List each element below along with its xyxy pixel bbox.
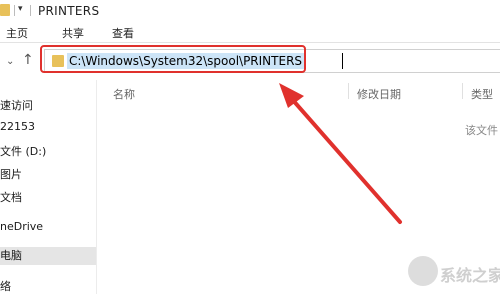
tab-view[interactable]: 查看 xyxy=(112,25,134,41)
annotation-arrow-head xyxy=(279,83,304,108)
quick-access-toolbar-dropdown[interactable]: ▾ xyxy=(18,4,23,14)
nav-item-documents[interactable]: 文档 xyxy=(0,189,22,205)
nav-item-network[interactable]: 络 xyxy=(0,278,11,294)
column-divider[interactable] xyxy=(462,83,463,99)
watermark-logo-icon xyxy=(408,256,438,286)
annotation-arrow-shaft xyxy=(289,96,402,224)
nav-item-this-pc[interactable]: 电脑 xyxy=(0,247,96,265)
title-divider xyxy=(30,5,31,16)
title-bar: ▾ PRINTERS xyxy=(0,0,500,22)
text-caret xyxy=(342,53,343,69)
folder-icon xyxy=(0,4,10,16)
watermark-text: 系统之家 xyxy=(440,266,500,285)
empty-folder-message: 该文件 xyxy=(465,124,498,137)
title-divider xyxy=(14,5,15,16)
recent-locations-chevron-icon[interactable]: ⌄ xyxy=(6,56,14,67)
column-divider[interactable] xyxy=(348,83,349,99)
navigation-pane: 速访问 22153 文件 (D:) 图片 文档 neDrive 电脑 络 xyxy=(0,80,97,294)
annotation-highlight-box xyxy=(40,45,306,73)
nav-item-pictures[interactable]: 图片 xyxy=(0,166,22,182)
nav-item-onedrive[interactable]: neDrive xyxy=(0,220,43,233)
tab-home[interactable]: 主页 xyxy=(6,25,28,41)
column-header-date-modified[interactable]: 修改日期 xyxy=(357,86,401,102)
watermark: 系统之家 xyxy=(404,252,500,294)
nav-item-quick-access[interactable]: 速访问 xyxy=(0,97,33,113)
window-title: PRINTERS xyxy=(38,4,100,18)
ribbon-tabs: 主页 共享 查看 xyxy=(0,22,500,43)
up-arrow-icon[interactable]: ↑ xyxy=(22,52,34,68)
nav-item-user-folder[interactable]: 22153 xyxy=(0,120,35,133)
tab-share[interactable]: 共享 xyxy=(62,25,84,41)
column-header-name[interactable]: 名称 xyxy=(113,86,135,102)
nav-item-drive-d[interactable]: 文件 (D:) xyxy=(0,143,46,159)
column-header-type[interactable]: 类型 xyxy=(471,86,493,102)
